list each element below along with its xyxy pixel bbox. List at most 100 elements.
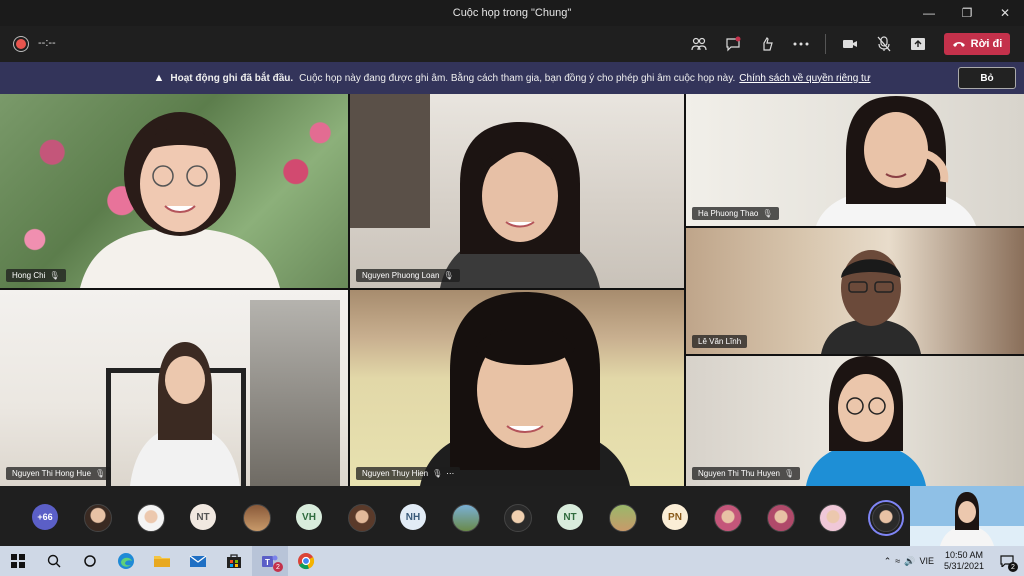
teams-icon[interactable]: T 2 bbox=[252, 546, 288, 576]
participant-avatar[interactable]: PN bbox=[662, 504, 688, 530]
privacy-policy-link[interactable]: Chính sách về quyền riêng tư bbox=[739, 73, 870, 84]
hangup-icon bbox=[952, 42, 965, 47]
participant-name-tag: Nguyen Thi Thu Huyen 🎙 bbox=[692, 467, 801, 480]
participant-video bbox=[130, 342, 240, 486]
system-tray: ⌃ ≈ 🔊 VIE 10:50 AM 5/31/2021 2 bbox=[884, 546, 1024, 576]
mail-icon[interactable] bbox=[180, 546, 216, 576]
participant-avatar[interactable]: NT bbox=[190, 504, 216, 530]
window-titlebar: Cuộc họp trong "Chung" — ❐ ✕ bbox=[0, 0, 1024, 26]
chat-icon[interactable] bbox=[717, 32, 749, 56]
mic-muted-icon: 🎙 bbox=[443, 271, 454, 280]
participant-avatar[interactable]: NH bbox=[400, 504, 426, 530]
system-clock[interactable]: 10:50 AM 5/31/2021 bbox=[944, 550, 984, 572]
chrome-icon[interactable] bbox=[288, 546, 324, 576]
search-icon[interactable] bbox=[36, 546, 72, 576]
meeting-toolbar: --:-- Rời đi bbox=[0, 26, 1024, 62]
chevron-up-icon[interactable]: ⌃ bbox=[884, 556, 892, 567]
camera-icon[interactable] bbox=[834, 32, 866, 56]
language-indicator[interactable]: VIE bbox=[919, 556, 934, 566]
participant-avatar-active[interactable] bbox=[872, 504, 900, 532]
video-tile[interactable]: Nguyen Thi Hong Hue 🎙 bbox=[0, 290, 348, 486]
mic-muted-icon: 🎙 bbox=[762, 209, 773, 218]
participant-strip: +66 NT VH NH NT PN bbox=[0, 486, 1024, 546]
participant-avatar[interactable] bbox=[348, 504, 376, 532]
participant-avatar[interactable] bbox=[714, 504, 742, 532]
store-icon[interactable] bbox=[216, 546, 252, 576]
teams-badge: 2 bbox=[273, 562, 283, 572]
dismiss-button[interactable]: Bỏ bbox=[958, 67, 1016, 89]
video-stage: Hong Chi 🎙 Nguyen Phuong Loan 🎙 Ha Phuon… bbox=[0, 94, 1024, 486]
self-view-feed bbox=[910, 486, 1024, 546]
clock-time: 10:50 AM bbox=[944, 550, 983, 560]
video-tile[interactable]: Nguyen Phuong Loan 🎙 bbox=[350, 94, 684, 288]
mic-muted-icon: 🎙 bbox=[783, 469, 795, 478]
warning-icon: ▲ bbox=[153, 72, 165, 84]
participant-name-tag: Nguyen Phuong Loan 🎙 bbox=[356, 269, 460, 282]
svg-text:T: T bbox=[265, 558, 270, 567]
toolbar-divider bbox=[825, 34, 826, 54]
participant-name-tag: Ha Phuong Thao 🎙 bbox=[692, 207, 779, 220]
video-tile-active-speaker[interactable]: Nguyen Thuy Hien 🎙 ⋯ bbox=[350, 290, 684, 486]
window-title: Cuộc họp trong "Chung" bbox=[452, 7, 572, 19]
maximize-icon[interactable]: ❐ bbox=[948, 0, 986, 26]
participant-video bbox=[806, 356, 926, 486]
participant-video bbox=[420, 292, 630, 486]
participant-video bbox=[440, 122, 600, 288]
participant-avatar[interactable] bbox=[243, 504, 271, 532]
share-icon[interactable] bbox=[902, 32, 934, 56]
more-options-icon[interactable]: ⋯ bbox=[446, 469, 454, 478]
windows-taskbar: T 2 ⌃ ≈ 🔊 VIE 10:50 AM 5/31/2021 2 bbox=[0, 546, 1024, 576]
reactions-icon[interactable] bbox=[751, 32, 783, 56]
mic-muted-icon: 🎙 bbox=[432, 469, 443, 478]
more-icon[interactable] bbox=[785, 32, 817, 56]
edge-browser-icon[interactable] bbox=[108, 546, 144, 576]
self-view-video[interactable] bbox=[910, 486, 1024, 546]
participant-avatar[interactable] bbox=[819, 504, 847, 532]
close-icon[interactable]: ✕ bbox=[986, 0, 1024, 26]
notification-center-icon[interactable]: 2 bbox=[994, 546, 1020, 576]
mic-off-icon[interactable] bbox=[868, 32, 900, 56]
volume-icon[interactable]: 🔊 bbox=[904, 556, 915, 567]
meeting-timer: --:-- bbox=[38, 37, 56, 49]
participants-icon[interactable] bbox=[683, 32, 715, 56]
participant-avatar[interactable] bbox=[504, 504, 532, 532]
participant-avatar[interactable] bbox=[452, 504, 480, 532]
participant-video bbox=[80, 112, 280, 288]
participant-video bbox=[816, 96, 976, 226]
participant-name-tag: Nguyen Thuy Hien 🎙 ⋯ bbox=[356, 467, 461, 480]
participant-avatar[interactable]: NT bbox=[557, 504, 583, 530]
task-view-icon[interactable] bbox=[72, 546, 108, 576]
mic-muted-icon: 🎙 bbox=[95, 469, 106, 478]
wifi-icon[interactable]: ≈ bbox=[895, 556, 900, 566]
participant-name-tag: Hong Chi 🎙 bbox=[6, 269, 66, 282]
video-tile[interactable]: Ha Phuong Thao 🎙 bbox=[686, 94, 1024, 226]
recording-icon bbox=[16, 39, 26, 49]
notification-count: 2 bbox=[1008, 562, 1018, 572]
participant-name-tag: Nguyen Thi Hong Hue 🎙 bbox=[6, 467, 112, 480]
file-explorer-icon[interactable] bbox=[144, 546, 180, 576]
leave-button[interactable]: Rời đi bbox=[944, 33, 1010, 55]
participant-name-tag: Lê Văn Lĩnh bbox=[692, 335, 748, 348]
window-frame bbox=[250, 300, 340, 486]
participant-avatar[interactable] bbox=[767, 504, 795, 532]
participant-avatar[interactable]: VH bbox=[296, 504, 322, 530]
video-tile[interactable]: Hong Chi 🎙 bbox=[0, 94, 348, 288]
participant-video bbox=[821, 250, 921, 354]
wall-panel bbox=[350, 94, 430, 228]
video-tile[interactable]: Lê Văn Lĩnh bbox=[686, 228, 1024, 354]
minimize-icon[interactable]: — bbox=[910, 0, 948, 26]
participant-avatar[interactable] bbox=[609, 504, 637, 532]
toolbar-buttons bbox=[683, 32, 934, 56]
mic-muted-icon: 🎙 bbox=[49, 271, 60, 280]
banner-message: Cuộc họp này đang được ghi âm. Bằng cách… bbox=[299, 72, 736, 84]
recording-banner: ▲ Hoạt động ghi đã bắt đầu. Cuộc họp này… bbox=[0, 62, 1024, 94]
video-tile[interactable]: Nguyen Thi Thu Huyen 🎙 bbox=[686, 356, 1024, 486]
leave-label: Rời đi bbox=[970, 38, 1003, 50]
banner-heading: Hoạt động ghi đã bắt đầu. bbox=[170, 72, 294, 84]
windows-start-icon[interactable] bbox=[0, 546, 36, 576]
window-controls: — ❐ ✕ bbox=[910, 0, 1024, 26]
clock-date: 5/31/2021 bbox=[943, 561, 984, 571]
participant-avatar[interactable] bbox=[137, 504, 165, 532]
participant-avatar[interactable] bbox=[84, 504, 112, 532]
more-participants-button[interactable]: +66 bbox=[32, 504, 58, 530]
